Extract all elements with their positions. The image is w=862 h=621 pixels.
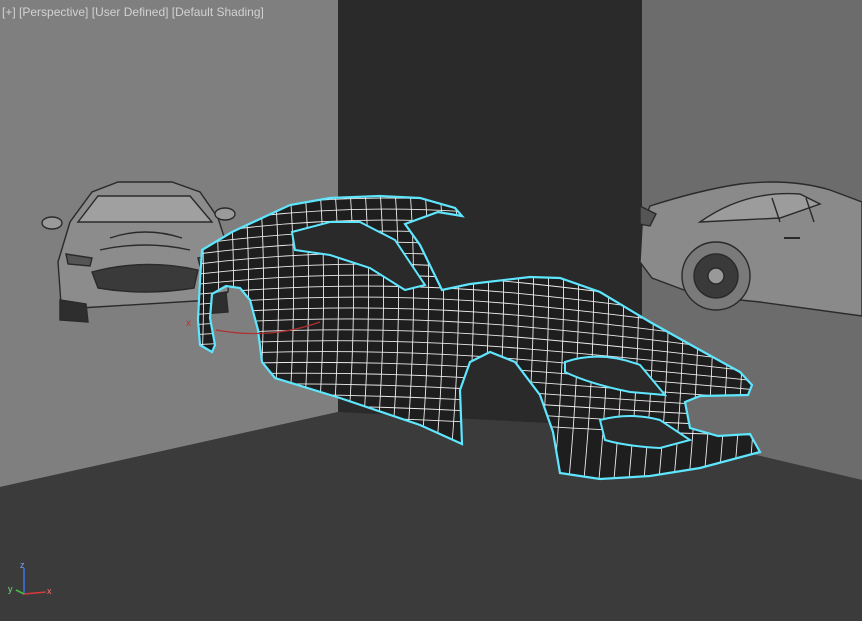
z-axis-label: z [20,560,25,570]
view-type-label[interactable]: [Perspective] [19,5,88,19]
viewport-label: [+] [Perspective] [User Defined] [Defaul… [2,5,264,19]
camera-label[interactable]: [User Defined] [92,5,169,19]
viewport-scene[interactable]: x [0,0,862,621]
pivot-axis-label: x [186,318,191,329]
perspective-viewport[interactable]: x [+] [Perspective] [User Defined] [Defa… [0,0,862,621]
x-axis-line [23,591,47,595]
x-axis-label: x [47,586,52,596]
shading-mode-label[interactable]: [Default Shading] [172,5,264,19]
y-axis-label: y [8,584,13,594]
y-axis-line [15,589,25,595]
viewport-menu-button[interactable]: [+] [2,5,16,19]
axis-gizmo: z x y [8,560,52,596]
